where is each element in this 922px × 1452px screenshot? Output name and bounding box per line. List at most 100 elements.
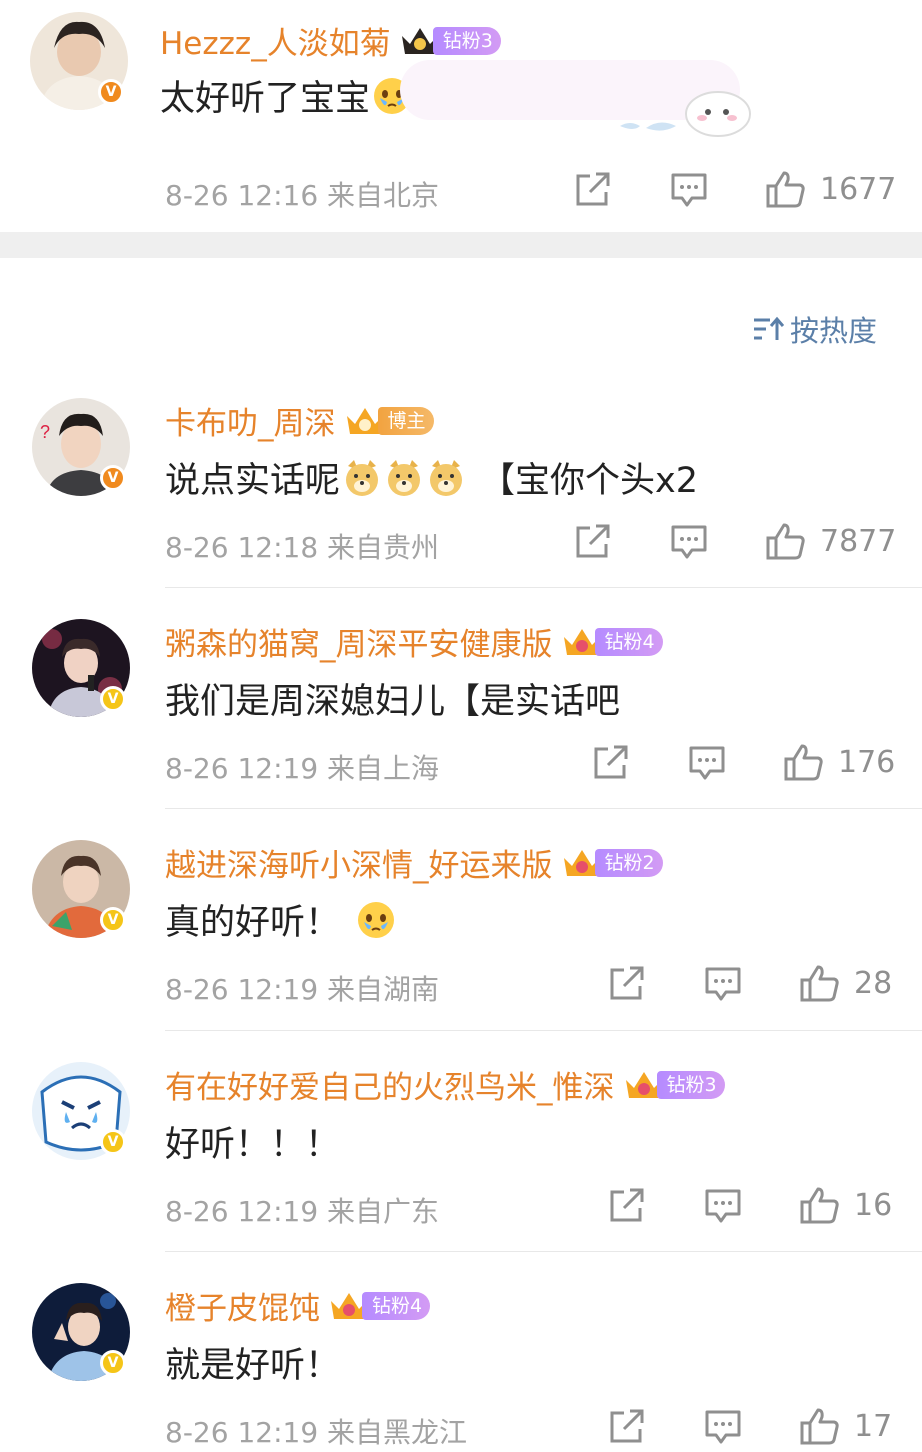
share-button[interactable] — [608, 1188, 646, 1224]
thumbs-up-icon — [800, 1408, 839, 1445]
share-button[interactable] — [608, 1409, 646, 1445]
verified-badge: V — [100, 1350, 126, 1376]
comment-time: 8-26 12:18 — [165, 531, 319, 564]
sort-toggle[interactable]: 按热度 — [752, 308, 877, 350]
comment-bubble-decoration — [400, 60, 751, 137]
comment-location: 来自北京 — [327, 179, 440, 212]
share-button[interactable] — [592, 745, 630, 781]
username[interactable]: Hezzz_人淡如菊 — [160, 18, 391, 63]
comment-icon — [705, 1410, 741, 1444]
fan-badge: 钻粉2 — [594, 848, 663, 877]
fan-badge: 钻粉3 — [432, 26, 501, 55]
verified-badge: V — [100, 907, 126, 933]
like-button[interactable]: 1677 — [766, 170, 896, 208]
like-button[interactable]: 28 — [800, 964, 892, 1002]
share-icon — [610, 966, 644, 1000]
section-divider — [0, 232, 922, 258]
sort-icon — [754, 316, 784, 340]
username[interactable]: 粥森的猫窝_周深平安健康版 — [165, 619, 553, 664]
comment-time: 8-26 12:19 — [165, 1416, 319, 1449]
comment-location: 来自广东 — [327, 1195, 440, 1228]
verified-badge: V — [100, 465, 126, 491]
fan-badge: 钻粉4 — [362, 1291, 431, 1320]
like-count: 17 — [854, 1408, 893, 1444]
comment-meta: 8-26 12:19 来自黑龙江 — [165, 1411, 467, 1451]
comment-icon — [705, 967, 741, 1001]
share-icon — [610, 1409, 644, 1443]
like-count: 28 — [854, 965, 893, 1001]
comment-text-row: 说点实话呢 【宝你个头x2 — [165, 452, 698, 503]
comment-meta: 8-26 12:16 来自北京 — [165, 174, 439, 214]
username[interactable]: 卡布叻_周深 — [165, 398, 336, 443]
comment-meta: 8-26 12:18 来自贵州 — [165, 526, 439, 566]
fan-badge: 钻粉4 — [594, 627, 663, 656]
comment-text-row: 真的好听！ — [165, 894, 396, 945]
thumbs-up-icon — [800, 965, 839, 1002]
comment-text-row: 好听！！！ — [165, 1116, 340, 1167]
comment-time: 8-26 12:19 — [165, 1195, 319, 1228]
comment-text-suffix: 【宝你个头x2 — [480, 461, 698, 501]
comment-meta: 8-26 12:19 来自上海 — [165, 747, 439, 787]
comment-location: 来自上海 — [327, 752, 440, 785]
comment-location: 来自湖南 — [327, 973, 440, 1006]
reply-button[interactable] — [670, 524, 708, 560]
share-icon — [576, 172, 610, 206]
like-count: 7877 — [820, 523, 897, 559]
fan-badge: 钻粉3 — [656, 1070, 725, 1099]
comment-text-row: 我们是周深媳妇儿【是实话吧 — [165, 673, 620, 724]
comment-icon — [705, 1189, 741, 1223]
doge-emoji — [388, 459, 421, 496]
thumbs-up-icon — [766, 523, 805, 560]
reply-button[interactable] — [704, 1409, 742, 1445]
username[interactable]: 橙子皮馄饨 — [165, 1283, 320, 1328]
like-button[interactable]: 176 — [784, 743, 895, 781]
like-button[interactable]: 7877 — [766, 522, 896, 560]
doge-emoji — [430, 459, 463, 496]
comment-text: 就是好听！ — [165, 1346, 341, 1386]
comment-text: 好听！！！ — [165, 1125, 341, 1165]
divider — [165, 587, 922, 588]
share-button[interactable] — [574, 524, 612, 560]
divider — [165, 1030, 922, 1031]
divider — [165, 1251, 922, 1252]
share-button[interactable] — [608, 966, 646, 1002]
comment-time: 8-26 12:16 — [165, 179, 319, 212]
verified-badge: V — [100, 1129, 126, 1155]
reply-button[interactable] — [688, 745, 726, 781]
comment-time: 8-26 12:19 — [165, 973, 319, 1006]
like-button[interactable]: 17 — [800, 1407, 892, 1445]
comment-location: 来自黑龙江 — [327, 1416, 468, 1449]
share-icon — [576, 524, 610, 558]
verified-badge: V — [98, 79, 124, 105]
comment-text-row: 就是好听！ — [165, 1337, 340, 1388]
reply-button[interactable] — [704, 966, 742, 1002]
username[interactable]: 越进深海听小深情_好运来版 — [165, 840, 553, 885]
teary-face-emoji — [358, 901, 395, 938]
comment-text: 太好听了宝宝 — [160, 79, 371, 119]
comment-location: 来自贵州 — [327, 531, 440, 564]
comment-time: 8-26 12:19 — [165, 752, 319, 785]
blogger-badge: 博主 — [377, 406, 434, 435]
thumbs-up-icon — [784, 744, 823, 781]
comment-text: 真的好听！ — [165, 903, 341, 943]
username[interactable]: 有在好好爱自己的火烈鸟米_惟深 — [165, 1062, 615, 1107]
sort-label: 按热度 — [790, 314, 878, 348]
top-comment: V Hezzz_人淡如菊 钻粉3 太好听了宝宝 8-26 12:16 来自北京 — [0, 0, 922, 232]
share-icon — [594, 745, 628, 779]
reply-button[interactable] — [704, 1188, 742, 1224]
verified-badge: V — [100, 686, 126, 712]
doge-emoji — [346, 459, 379, 496]
comment-meta: 8-26 12:19 来自广东 — [165, 1190, 439, 1230]
share-button[interactable] — [574, 172, 612, 208]
thumbs-up-icon — [766, 171, 805, 208]
like-count: 16 — [854, 1187, 893, 1223]
comment-icon — [689, 746, 725, 780]
comment-text: 我们是周深媳妇儿【是实话吧 — [165, 682, 621, 722]
comment-text: 说点实话呢 — [165, 461, 341, 501]
divider — [165, 808, 922, 809]
like-button[interactable]: 16 — [800, 1186, 892, 1224]
comment-meta: 8-26 12:19 来自湖南 — [165, 968, 439, 1008]
reply-button[interactable] — [670, 172, 708, 208]
svg-text:?: ? — [40, 422, 50, 442]
like-count: 176 — [838, 744, 896, 780]
